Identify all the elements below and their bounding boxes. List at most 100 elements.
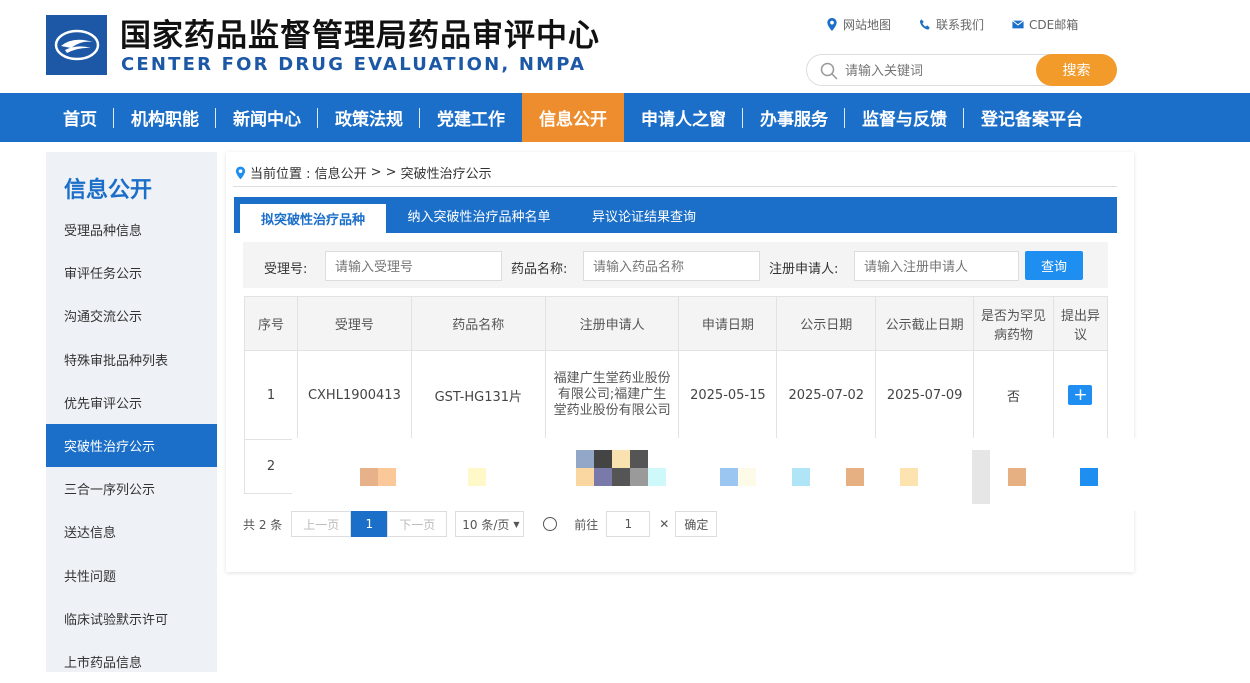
sidebar-item-clinical[interactable]: 临床试验默示许可 [46,597,217,640]
pagination: 共 2 条 上一页 1 下一页 10 条/页 ▼ 前往 1 ✕ 确定 [243,511,718,537]
redaction-pixel [576,450,594,468]
redaction-pixel [792,468,810,486]
nav-info-public[interactable]: 信息公开 [522,93,624,142]
sidebar-item-special[interactable]: 特殊审批品种列表 [46,338,217,381]
redaction-pixel [846,468,864,486]
cell-drug-name: GST-HG131片 [410,350,546,440]
col-applicant: 注册申请人 [544,296,680,351]
redaction-pixel [630,468,648,486]
acceptance-no-input[interactable] [325,251,502,281]
breadcrumb-prefix[interactable]: 当前位置 : 信息公开 [250,163,367,182]
search-input[interactable] [845,59,1035,81]
redaction-pixel [1080,468,1098,486]
email-label: CDE邮箱 [1029,18,1079,32]
email-link[interactable]: CDE邮箱 [1012,16,1078,33]
sidebar-item-priority[interactable]: 优先审评公示 [46,381,217,424]
nav-functions[interactable]: 机构职能 [114,93,216,142]
sidebar: 信息公开 受理品种信息 审评任务公示 沟通交流公示 特殊审批品种列表 优先审评公… [46,152,217,672]
cell-publicity-date: 2025-07-02 [776,350,877,440]
redaction-pixel [612,468,630,486]
col-apply-date: 申请日期 [678,296,778,351]
sitemap-link[interactable]: 网站地图 [826,16,891,33]
sidebar-item-communication[interactable]: 沟通交流公示 [46,294,217,337]
sidebar-item-marketed[interactable]: 上市药品信息 [46,640,217,683]
site-logo[interactable] [46,15,107,75]
cell-objection: + [1052,350,1109,440]
applicant-input[interactable] [854,251,1019,281]
site-header: 国家药品监督管理局药品审评中心 CENTER FOR DRUG EVALUATI… [0,0,1250,93]
tab-bar: 拟突破性治疗品种 纳入突破性治疗品种名单 异议论证结果查询 [234,197,1117,233]
col-no: 序号 [244,296,298,351]
sidebar-item-common-issues[interactable]: 共性问题 [46,554,217,597]
col-publicity-date: 公示日期 [776,296,877,351]
contact-link[interactable]: 联系我们 [919,16,984,33]
location-pin-icon [827,18,837,31]
chevron-down-icon: ▼ [513,519,520,529]
col-deadline: 公示截止日期 [875,296,975,351]
main-nav: 首页 机构职能 新闻中心 政策法规 党建工作 信息公开 申请人之窗 办事服务 监… [0,93,1250,142]
add-objection-button[interactable]: + [1068,385,1093,405]
page-size-select[interactable]: 10 条/页 ▼ [455,511,525,537]
logo-emblem-icon [54,29,99,61]
redaction-pixel [972,450,990,504]
cell-no: 1 [244,350,298,440]
breadcrumb-separator: > > [370,165,397,180]
redaction-pixel [360,468,378,486]
sitemap-label: 网站地图 [843,18,892,32]
nav-applicant[interactable]: 申请人之窗 [624,93,743,142]
breadcrumb: 当前位置 : 信息公开 > > 突破性治疗公示 [235,163,492,182]
redaction-pixel [630,450,648,468]
top-links: 网站地图 联系我们 CDE邮箱 [826,16,1106,33]
cell-acceptance-no: CXHL1900413 [296,350,412,440]
sidebar-item-accepted[interactable]: 受理品种信息 [46,208,217,251]
cell-no: 2 [244,439,298,494]
redaction-overlay [292,438,1152,511]
nav-supervision[interactable]: 监督与反馈 [845,93,964,142]
col-drug-name: 药品名称 [410,296,546,351]
tab-proposed[interactable]: 拟突破性治疗品种 [240,201,386,233]
drug-name-input[interactable] [583,251,760,281]
col-rare-disease: 是否为罕见病药物 [973,296,1054,351]
close-icon: ✕ [659,517,670,531]
sidebar-item-review-tasks[interactable]: 审评任务公示 [46,251,217,294]
query-button[interactable]: 查询 [1025,251,1083,280]
acceptance-no-label: 受理号: [264,262,308,277]
cell-applicant: 福建广生堂药业股份有限公司;福建广生堂药业股份有限公司 [544,350,680,440]
search-button[interactable]: 搜索 [1036,54,1117,86]
nav-policy[interactable]: 政策法规 [318,93,420,142]
goto-confirm-button[interactable]: 确定 [675,511,718,537]
sidebar-item-breakthrough[interactable]: 突破性治疗公示 [46,423,217,468]
tab-objection-results[interactable]: 异议论证结果查询 [572,197,716,233]
tab-included[interactable]: 纳入突破性治疗品种名单 [386,197,572,233]
search-icon [820,62,838,80]
nav-party[interactable]: 党建工作 [420,93,522,142]
sidebar-title: 信息公开 [64,178,153,203]
redaction-pixel [576,468,594,486]
nav-services[interactable]: 办事服务 [743,93,845,142]
col-acceptance-no: 受理号 [296,296,412,351]
table-row: 1 CXHL1900413 GST-HG131片 福建广生堂药业股份有限公司;福… [244,350,1109,440]
redaction-pixel [612,450,630,468]
table-header-row: 序号 受理号 药品名称 注册申请人 申请日期 公示日期 公示截止日期 是否为罕见… [244,296,1109,351]
page-1-button[interactable]: 1 [351,511,388,537]
sidebar-item-three-in-one[interactable]: 三合一序列公示 [46,467,217,510]
nav-news[interactable]: 新闻中心 [216,93,318,142]
mail-icon [1012,20,1024,29]
drug-name-label: 药品名称: [511,262,568,277]
next-page-button[interactable]: 下一页 [387,511,448,537]
nav-home[interactable]: 首页 [46,93,114,142]
nav-registration[interactable]: 登记备案平台 [964,93,1100,142]
goto-page-input[interactable]: 1 [606,511,651,537]
prev-page-button[interactable]: 上一页 [291,511,352,537]
redaction-pixel [738,468,756,486]
redaction-pixel [378,468,396,486]
redaction-pixel [468,468,486,486]
contact-label: 联系我们 [936,18,985,32]
cell-deadline: 2025-07-09 [875,350,975,440]
col-objection: 提出异议 [1052,296,1109,351]
sidebar-item-delivery[interactable]: 送达信息 [46,510,217,553]
redaction-pixel [1008,468,1026,486]
redaction-pixel [720,468,738,486]
breadcrumb-current: 突破性治疗公示 [400,167,492,182]
applicant-label: 注册申请人: [769,262,839,277]
